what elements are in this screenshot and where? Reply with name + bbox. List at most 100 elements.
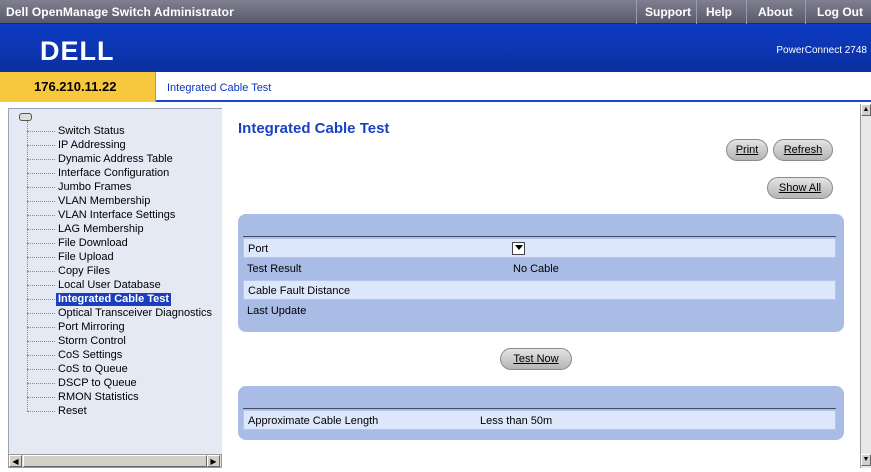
print-button[interactable]: Print: [726, 139, 768, 161]
logout-link[interactable]: Log Out: [817, 5, 863, 19]
device-ip: 176.210.11.22: [34, 79, 117, 94]
length-header-rule: [243, 408, 836, 409]
nav-item-port-mirroring[interactable]: Port Mirroring: [27, 321, 223, 334]
port-select[interactable]: [512, 242, 525, 255]
test-result-value: No Cable: [513, 263, 559, 275]
content-vertical-scrollbar[interactable]: ▲ ▼: [860, 104, 871, 468]
tree-branch: [27, 257, 55, 258]
nav-item-label: File Upload: [58, 251, 114, 263]
nav-item-label: Storm Control: [58, 335, 126, 347]
menu-separator: [805, 0, 806, 24]
nav-item-storm-control[interactable]: Storm Control: [27, 335, 223, 348]
tree-branch: [27, 243, 55, 244]
nav-item-rmon-statistics[interactable]: RMON Statistics: [27, 391, 223, 404]
device-ip-box: 176.210.11.22: [0, 72, 156, 102]
refresh-button[interactable]: Refresh: [773, 139, 833, 161]
chevron-down-icon: [515, 245, 523, 250]
nav-item-label: Port Mirroring: [58, 321, 125, 333]
cable-length-label: Approximate Cable Length: [248, 415, 379, 427]
nav-item-optical-transceiver-diagnostics[interactable]: Optical Transceiver Diagnostics: [27, 307, 223, 320]
test-result-label: Test Result: [247, 263, 302, 275]
menu-separator: [636, 0, 637, 24]
cable-length-value: Less than 50m: [480, 415, 553, 427]
fault-distance-row: Cable Fault Distance: [243, 280, 836, 300]
port-label: Port: [248, 243, 269, 255]
nav-item-label: RMON Statistics: [58, 391, 139, 403]
nav-item-file-upload[interactable]: File Upload: [27, 251, 223, 264]
nav-item-label: Switch Status: [58, 125, 125, 137]
nav-item-label: Dynamic Address Table: [58, 153, 173, 165]
about-link[interactable]: About: [758, 5, 793, 19]
tree-branch: [27, 285, 55, 286]
breadcrumb: Integrated Cable Test: [167, 82, 272, 94]
nav-item-label: Reset: [58, 405, 87, 417]
last-update-row: Last Update: [243, 301, 836, 321]
scroll-down-icon[interactable]: ▼: [861, 454, 871, 466]
nav-item-label: Copy Files: [58, 265, 110, 277]
nav-item-dynamic-address-table[interactable]: Dynamic Address Table: [27, 153, 223, 166]
port-row: Port: [243, 238, 836, 258]
nav-item-dscp-to-queue[interactable]: DSCP to Queue: [27, 377, 223, 390]
help-link[interactable]: Help: [706, 5, 732, 19]
tree-branch: [27, 299, 55, 300]
nav-item-file-download[interactable]: File Download: [27, 237, 223, 250]
tree-branch: [27, 145, 55, 146]
tree-branch: [27, 397, 55, 398]
nav-item-label: Integrated Cable Test: [56, 293, 172, 306]
nav-item-cos-settings[interactable]: CoS Settings: [27, 349, 223, 362]
nav-item-integrated-cable-test[interactable]: Integrated Cable Test: [27, 293, 223, 306]
nav-item-label: IP Addressing: [58, 139, 126, 151]
nav-tree: Switch Status IP Addressing Dynamic Addres…: [8, 108, 222, 454]
header-rule: [243, 236, 836, 237]
tree-root-icon[interactable]: [19, 113, 32, 121]
scroll-up-icon[interactable]: ▲: [861, 104, 871, 116]
nav-horizontal-scrollbar[interactable]: ◀ ▶: [8, 454, 222, 468]
fault-distance-label: Cable Fault Distance: [248, 285, 351, 297]
tree-branch: [27, 313, 55, 314]
nav-item-label: VLAN Interface Settings: [58, 209, 176, 221]
tree-branch: [27, 271, 55, 272]
tree-branch: [27, 229, 55, 230]
nav-item-label: VLAN Membership: [58, 195, 151, 207]
nav-item-label: DSCP to Queue: [58, 377, 137, 389]
nav-item-interface-configuration[interactable]: Interface Configuration: [27, 167, 223, 180]
tree-branch: [27, 341, 55, 342]
nav-item-label: CoS to Queue: [58, 363, 128, 375]
tree-branch: [27, 131, 55, 132]
tree-branch: [27, 173, 55, 174]
support-link[interactable]: Support: [645, 5, 691, 19]
cable-length-row: Approximate Cable Length Less than 50m: [243, 410, 836, 430]
nav-item-lag-membership[interactable]: LAG Membership: [27, 223, 223, 236]
nav-item-cos-to-queue[interactable]: CoS to Queue: [27, 363, 223, 376]
nav-item-ip-addressing[interactable]: IP Addressing: [27, 139, 223, 152]
nav-item-copy-files[interactable]: Copy Files: [27, 265, 223, 278]
page-title: Integrated Cable Test: [238, 120, 390, 137]
show-all-button[interactable]: Show All: [767, 177, 833, 199]
tree-branch: [27, 355, 55, 356]
top-menu-bar: Dell OpenManage Switch Administrator Sup…: [0, 0, 871, 24]
last-update-label: Last Update: [247, 305, 307, 317]
nav-item-vlan-interface-settings[interactable]: VLAN Interface Settings: [27, 209, 223, 222]
scroll-thumb[interactable]: [23, 455, 207, 467]
tree-branch: [27, 215, 55, 216]
scroll-left-icon[interactable]: ◀: [9, 455, 22, 467]
nav-item-label: Jumbo Frames: [58, 181, 132, 193]
nav-item-jumbo-frames[interactable]: Jumbo Frames: [27, 181, 223, 194]
nav-item-label: Optical Transceiver Diagnostics: [58, 307, 213, 319]
nav-item-switch-status[interactable]: Switch Status: [27, 125, 223, 138]
tree-branch: [27, 201, 55, 202]
product-name: PowerConnect 2748: [776, 45, 867, 56]
scroll-right-icon[interactable]: ▶: [207, 455, 220, 467]
tree-branch: [27, 187, 55, 188]
nav-item-vlan-membership[interactable]: VLAN Membership: [27, 195, 223, 208]
nav-item-label: CoS Settings: [58, 349, 123, 361]
nav-item-reset[interactable]: Reset: [27, 405, 223, 418]
tree-branch: [27, 383, 55, 384]
test-now-button[interactable]: Test Now: [500, 348, 572, 370]
nav-item-local-user-database[interactable]: Local User Database: [27, 279, 223, 292]
dell-logo: DELL: [40, 36, 115, 66]
menu-separator: [696, 0, 697, 24]
tree-branch: [27, 159, 55, 160]
menu-separator: [746, 0, 747, 24]
app-title: Dell OpenManage Switch Administrator: [6, 5, 234, 19]
